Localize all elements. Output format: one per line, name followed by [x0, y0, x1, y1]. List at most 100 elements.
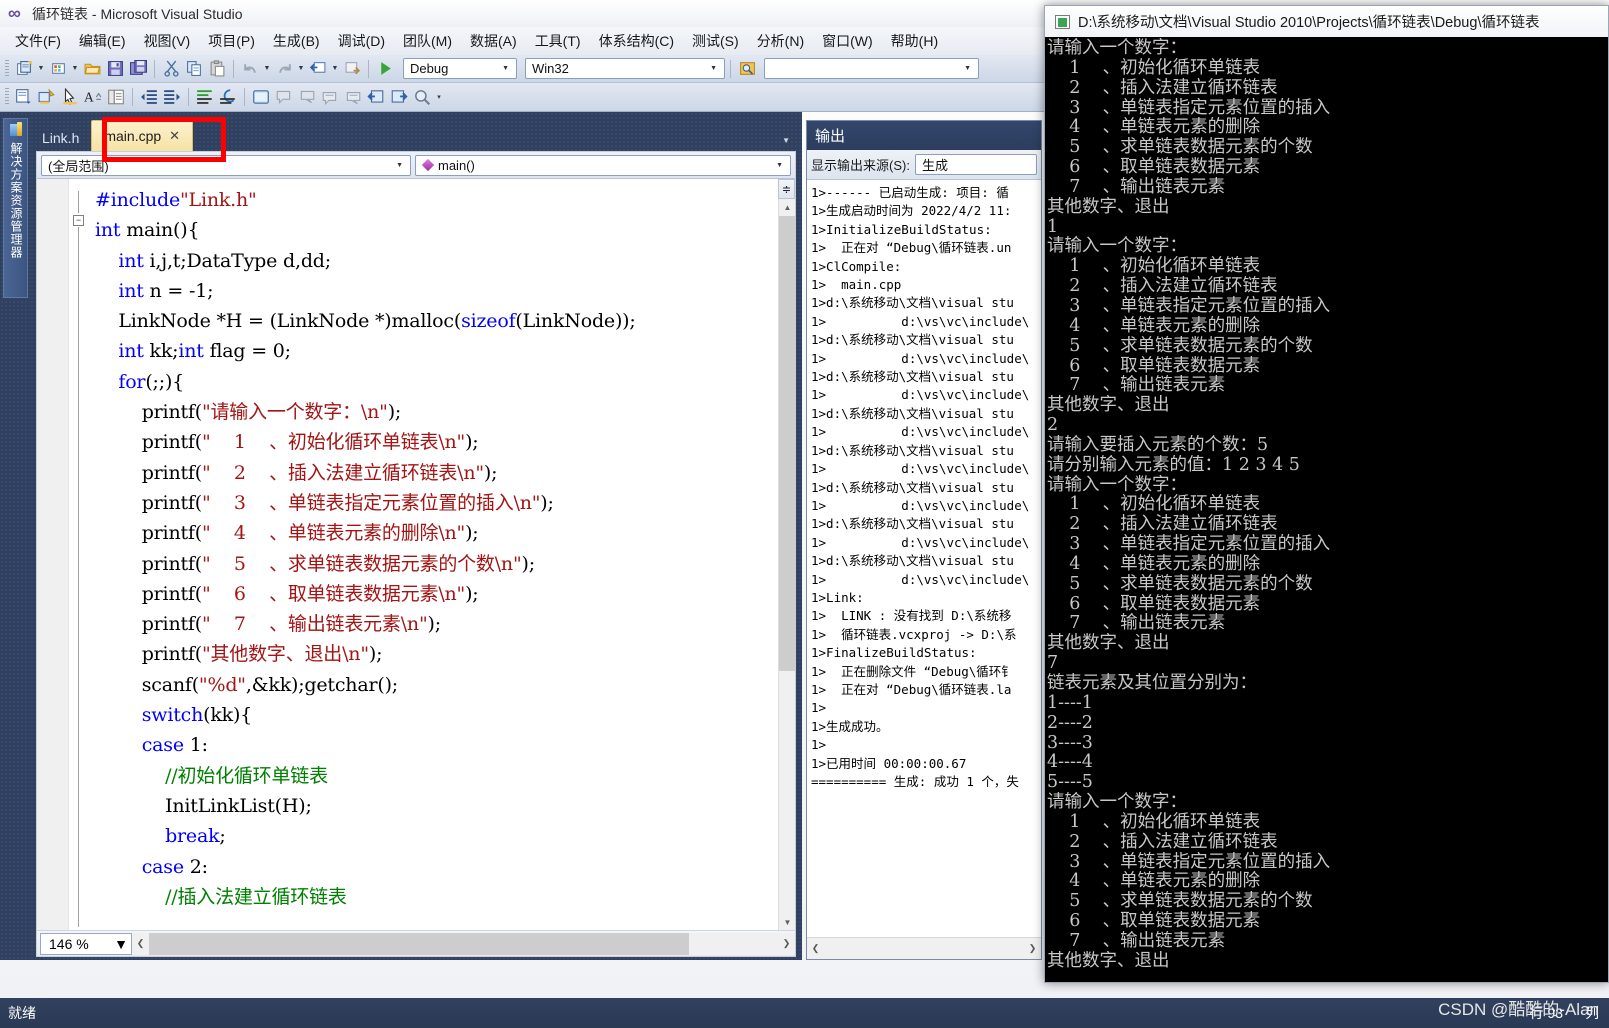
font-size-icon[interactable]: A	[82, 86, 104, 108]
new-project-dropdown-icon[interactable]: ▼	[36, 58, 46, 80]
cut-icon[interactable]	[160, 58, 182, 80]
toolbar-overflow-icon[interactable]: ▾	[434, 86, 444, 108]
toolbox-pointer-icon[interactable]	[59, 86, 81, 108]
menu-help[interactable]: 帮助(H)	[882, 28, 947, 54]
save-icon[interactable]	[104, 58, 126, 80]
toolbar-separator	[244, 88, 245, 106]
output-horizontal-scrollbar[interactable]: ❮ ❯	[807, 937, 1041, 959]
configuration-combo[interactable]: Debug ▼	[403, 58, 517, 79]
menu-team[interactable]: 团队(M)	[394, 28, 461, 54]
increase-indent-icon[interactable]	[161, 86, 183, 108]
properties-window-icon[interactable]	[36, 86, 58, 108]
scroll-down-icon[interactable]: ▼	[779, 914, 796, 931]
paste-icon[interactable]	[206, 58, 228, 80]
menu-window[interactable]: 窗口(W)	[813, 28, 882, 54]
platform-combo[interactable]: Win32 ▼	[525, 58, 725, 79]
chevron-down-icon: ▼	[396, 161, 403, 169]
open-file-icon[interactable]	[81, 58, 103, 80]
scope-combo[interactable]: (全局范围) ▼	[41, 154, 411, 176]
save-all-icon[interactable]	[127, 58, 149, 80]
editor-horizontal-scrollbar[interactable]: ❮ ❯	[132, 932, 795, 955]
method-icon	[421, 158, 435, 172]
zoom-level-value: 146 %	[49, 935, 89, 952]
comment-icon[interactable]	[194, 86, 216, 108]
bookmark-4-icon[interactable]	[342, 86, 364, 108]
navigate-backward-dropdown-icon[interactable]: ▼	[330, 58, 340, 80]
uncomment-icon[interactable]	[217, 86, 239, 108]
redo-dropdown-icon[interactable]: ▼	[296, 58, 306, 80]
function-combo[interactable]: main() ▼	[415, 154, 791, 176]
menu-project[interactable]: 项目(P)	[199, 28, 264, 54]
horizontal-scroll-thumb[interactable]	[149, 932, 689, 955]
menu-build[interactable]: 生成(B)	[264, 28, 329, 54]
scope-combo-value: (全局范围)	[48, 158, 109, 174]
new-item-icon[interactable]	[47, 58, 69, 80]
indicator-margin	[37, 179, 69, 931]
editor-split-handle[interactable]: ≑	[778, 179, 795, 199]
undo-dropdown-icon[interactable]: ▼	[262, 58, 272, 80]
output-toolbar: 显示输出来源(S): 生成	[807, 150, 1041, 180]
svg-text:A: A	[84, 90, 94, 105]
console-output-text[interactable]: 请输入一个数字： 1 、初始化循环单链表 2 、插入法建立循环链表 3 、单链表…	[1045, 37, 1608, 982]
menu-debug[interactable]: 调试(D)	[329, 28, 394, 54]
solution-explorer-label: 解决方案资源管理器	[9, 142, 23, 259]
console-title-bar: D:\系统移动\文档\Visual Studio 2010\Projects\循…	[1045, 6, 1608, 37]
navigate-backward-icon[interactable]	[307, 58, 329, 80]
toolbar-separator	[154, 59, 155, 78]
menu-edit[interactable]: 编辑(E)	[70, 28, 135, 54]
output-source-combo[interactable]: 生成	[914, 154, 1037, 175]
bookmark-3-icon[interactable]	[319, 86, 341, 108]
fold-toggle-main[interactable]: −	[73, 215, 84, 226]
code-folding-margin[interactable]: −	[69, 179, 91, 931]
redo-icon[interactable]	[273, 58, 295, 80]
tab-link-h[interactable]: Link.h	[30, 124, 91, 151]
vertical-scroll-thumb[interactable]	[779, 216, 796, 671]
solution-explorer-icon	[8, 122, 24, 138]
find-symbol-icon[interactable]	[411, 86, 433, 108]
console-window[interactable]: D:\系统移动\文档\Visual Studio 2010\Projects\循…	[1044, 5, 1609, 983]
navigate-forward-icon[interactable]	[341, 58, 363, 80]
sidebar-item-solution-explorer[interactable]: 解决方案资源管理器	[3, 118, 28, 298]
toolbar-grip[interactable]	[5, 59, 9, 78]
status-bar: 就绪 行 93 列	[0, 998, 1609, 1028]
editor-vertical-scrollbar[interactable]: ▲ ▼	[778, 199, 796, 931]
scroll-left-icon[interactable]: ❮	[807, 938, 824, 960]
search-combo[interactable]: ▼	[764, 58, 979, 79]
decrease-indent-icon[interactable]	[138, 86, 160, 108]
menu-file[interactable]: 文件(F)	[6, 28, 70, 54]
bookmark-1-icon[interactable]	[273, 86, 295, 108]
close-icon[interactable]: ✕	[169, 128, 180, 144]
chevron-down-icon: ▼	[114, 935, 128, 952]
clipboard-ring-icon[interactable]	[105, 86, 127, 108]
copy-icon[interactable]	[183, 58, 205, 80]
menu-tools[interactable]: 工具(T)	[526, 28, 590, 54]
new-item-dropdown-icon[interactable]: ▼	[70, 58, 80, 80]
menu-test[interactable]: 测试(S)	[683, 28, 748, 54]
scroll-right-icon[interactable]: ❯	[778, 933, 795, 955]
menu-data[interactable]: 数据(A)	[461, 28, 526, 54]
tab-main-cpp[interactable]: main.cpp ✕	[91, 120, 194, 151]
new-project-icon[interactable]	[13, 58, 35, 80]
scroll-left-icon[interactable]: ❮	[132, 933, 149, 955]
window-icon[interactable]	[250, 86, 272, 108]
toolbar-grip[interactable]	[5, 88, 9, 106]
undo-icon[interactable]	[239, 58, 261, 80]
toggle-solution-explorer-icon[interactable]	[13, 86, 35, 108]
navigate-fwd-icon[interactable]	[388, 86, 410, 108]
start-debug-icon[interactable]	[374, 58, 396, 80]
chevron-down-icon: ▼	[776, 161, 783, 169]
zoom-level-combo[interactable]: 146 % ▼	[40, 932, 132, 955]
tab-list-dropdown-icon[interactable]: ▼	[782, 136, 790, 145]
menu-view[interactable]: 视图(V)	[135, 28, 200, 54]
chevron-down-icon: ▼	[710, 65, 717, 72]
navigate-back-icon[interactable]	[365, 86, 387, 108]
bookmark-2-icon[interactable]	[296, 86, 318, 108]
output-text[interactable]: 1>------ 已启动生成: 项目: 循 1>生成启动时间为 2022/4/2…	[807, 180, 1041, 937]
code-text-area[interactable]: − #include"Link.h" int main(){ int i,j,t…	[37, 179, 795, 931]
menu-architecture[interactable]: 体系结构(C)	[590, 28, 683, 54]
find-in-files-icon[interactable]	[736, 58, 758, 80]
scroll-up-icon[interactable]: ▲	[779, 199, 796, 216]
menu-analyze[interactable]: 分析(N)	[748, 28, 813, 54]
scroll-right-icon[interactable]: ❯	[1024, 938, 1041, 960]
toolbar-separator	[368, 59, 369, 78]
